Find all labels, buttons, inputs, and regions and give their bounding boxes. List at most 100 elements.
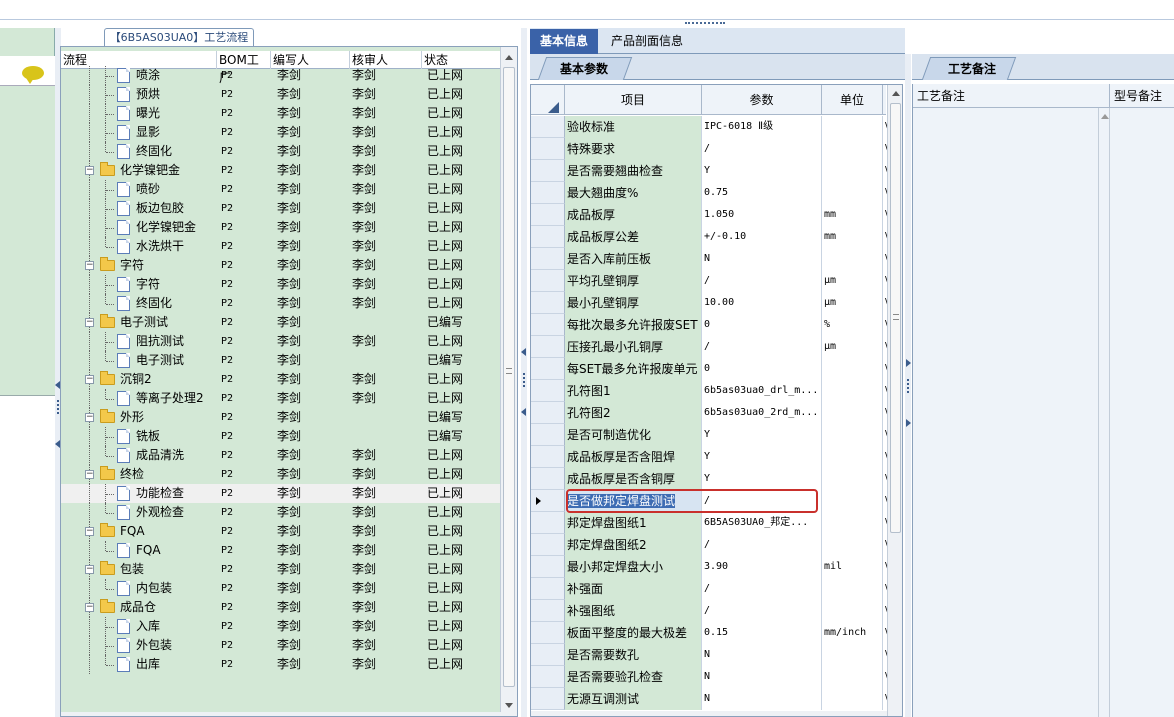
scroll-up-icon[interactable] xyxy=(505,55,513,60)
col-model-remark[interactable]: 型号备注 xyxy=(1110,84,1174,108)
col-param[interactable]: 参数 xyxy=(702,85,822,115)
param-cell-param[interactable]: Y xyxy=(702,160,822,182)
row-selector[interactable] xyxy=(531,336,565,358)
param-row[interactable]: 压接孔最小孔铜厚/μm\ xyxy=(531,336,887,358)
param-row[interactable]: 每批次最多允许报废SET0%\ xyxy=(531,314,887,336)
param-row[interactable]: 成品板厚是否含铜厚Y\ xyxy=(531,468,887,490)
param-row[interactable]: 邦定焊盘图纸16B5AS03UA0_邦定...\ xyxy=(531,512,887,534)
param-cell-param[interactable]: 1.050 xyxy=(702,204,822,226)
row-selector[interactable] xyxy=(531,116,565,138)
row-selector[interactable] xyxy=(531,622,565,644)
param-row[interactable]: 是否可制造优化Y\ xyxy=(531,424,887,446)
scroll-up-icon[interactable] xyxy=(1101,114,1109,119)
row-selector[interactable] xyxy=(531,358,565,380)
row-selector[interactable] xyxy=(531,380,565,402)
row-selector[interactable] xyxy=(531,292,565,314)
param-row[interactable]: 是否需要数孔N\ xyxy=(531,644,887,666)
tree-folder-row[interactable]: − 化学镍钯金 P2 李剑 李剑 已上网 xyxy=(61,161,501,180)
collapse-right-icon[interactable] xyxy=(906,359,911,367)
collapse-toggle-icon[interactable]: − xyxy=(85,166,94,175)
param-row[interactable]: 成品板厚1.050mm\ xyxy=(531,204,887,226)
collapse-tree-icon[interactable] xyxy=(521,348,526,356)
tree-folder-row[interactable]: − 外形 P2 李剑 已编写 xyxy=(61,408,501,427)
param-cell-param[interactable]: 0.15 xyxy=(702,622,822,644)
tree-row[interactable]: 成品清洗 P2 李剑 李剑 已上网 xyxy=(61,446,501,465)
param-row[interactable]: 特殊要求/\ xyxy=(531,138,887,160)
param-row[interactable]: 孔符图26b5as03ua0_2rd_m...\ xyxy=(531,402,887,424)
param-row[interactable]: 最大翘曲度%0.75\ xyxy=(531,182,887,204)
param-cell-param[interactable]: 6b5as03ua0_drl_m... xyxy=(702,380,822,402)
row-selector[interactable] xyxy=(531,534,565,556)
tree-row[interactable]: 功能检查 P2 李剑 李剑 已上网 xyxy=(61,484,501,503)
row-selector[interactable] xyxy=(531,512,565,534)
tree-row[interactable]: 外包装 P2 李剑 李剑 已上网 xyxy=(61,636,501,655)
row-selector[interactable] xyxy=(531,556,565,578)
param-row[interactable]: 补强面/\ xyxy=(531,578,887,600)
tree-row[interactable]: 电子测试 P2 李剑 已编写 xyxy=(61,351,501,370)
params-vertical-scrollbar[interactable] xyxy=(887,85,902,716)
tree-horizontal-scrollbar[interactable] xyxy=(61,712,501,716)
collapse-tree-icon-2[interactable] xyxy=(521,408,526,416)
tree-row[interactable]: 化学镍钯金 P2 李剑 李剑 已上网 xyxy=(61,218,501,237)
param-cell-param[interactable]: 0 xyxy=(702,358,822,380)
collapse-toggle-icon[interactable]: − xyxy=(85,413,94,422)
tab-basic-info[interactable]: 基本信息 xyxy=(530,29,598,54)
tree-row[interactable]: 入库 P2 李剑 李剑 已上网 xyxy=(61,617,501,636)
tree-row[interactable]: 终固化 P2 李剑 李剑 已上网 xyxy=(61,294,501,313)
param-row[interactable]: 补强图纸/\ xyxy=(531,600,887,622)
param-row[interactable]: 最小邦定焊盘大小3.90mil\ xyxy=(531,556,887,578)
collapse-toggle-icon[interactable]: − xyxy=(85,565,94,574)
collapse-toggle-icon[interactable]: − xyxy=(85,318,94,327)
row-selector[interactable] xyxy=(531,644,565,666)
param-row[interactable]: 邦定焊盘图纸2/\ xyxy=(531,534,887,556)
row-selector[interactable] xyxy=(531,226,565,248)
splitter-grip-icon[interactable] xyxy=(523,373,525,387)
tree-folder-row[interactable]: − 终检 P2 李剑 李剑 已上网 xyxy=(61,465,501,484)
param-cell-param[interactable]: Y xyxy=(702,424,822,446)
tree-folder-row[interactable]: − 包装 P2 李剑 李剑 已上网 xyxy=(61,560,501,579)
row-selector[interactable] xyxy=(531,138,565,160)
param-row[interactable]: 板面平整度的最大极差0.15mm/inch\ xyxy=(531,622,887,644)
param-cell-param[interactable]: 0.75 xyxy=(702,182,822,204)
splitter-grip-icon[interactable] xyxy=(57,400,59,414)
col-item[interactable]: 项目 xyxy=(565,85,702,115)
param-cell-param[interactable]: / xyxy=(702,336,822,358)
collapse-toggle-icon[interactable]: − xyxy=(85,527,94,536)
splitter-grip-icon[interactable] xyxy=(907,379,909,393)
tree-row[interactable]: 字符 P2 李剑 李剑 已上网 xyxy=(61,275,501,294)
row-selector[interactable] xyxy=(531,578,565,600)
row-selector[interactable] xyxy=(531,160,565,182)
row-selector[interactable] xyxy=(531,688,565,710)
param-cell-param[interactable]: 3.90 xyxy=(702,556,822,578)
param-row[interactable]: 是否需要验孔检查N\ xyxy=(531,666,887,688)
param-cell-param[interactable]: 10.00 xyxy=(702,292,822,314)
row-selector[interactable] xyxy=(531,182,565,204)
param-row[interactable]: 平均孔壁铜厚/μm\ xyxy=(531,270,887,292)
param-cell-param[interactable]: 6B5AS03UA0_邦定... xyxy=(702,512,822,534)
row-selector[interactable] xyxy=(531,446,565,468)
collapse-toggle-icon[interactable]: − xyxy=(85,603,94,612)
tree-row[interactable]: 显影 P2 李剑 李剑 已上网 xyxy=(61,123,501,142)
param-cell-param[interactable]: / xyxy=(702,138,822,160)
col-process-remark[interactable]: 工艺备注 xyxy=(913,84,1110,108)
param-row[interactable]: 每SET最多允许报废单元0\ xyxy=(531,358,887,380)
param-cell-param[interactable]: / xyxy=(702,270,822,292)
row-selector[interactable] xyxy=(531,270,565,292)
row-selector[interactable] xyxy=(531,248,565,270)
scroll-up-icon[interactable] xyxy=(892,91,900,96)
row-selector[interactable] xyxy=(531,424,565,446)
param-row[interactable]: 孔符图16b5as03ua0_drl_m...\ xyxy=(531,380,887,402)
tree-row[interactable]: FQA P2 李剑 李剑 已上网 xyxy=(61,541,501,560)
scroll-down-icon[interactable] xyxy=(505,703,513,708)
tree-row[interactable]: 板边包胶 P2 李剑 李剑 已上网 xyxy=(61,199,501,218)
row-selector[interactable] xyxy=(531,402,565,424)
param-cell-param[interactable]: Y xyxy=(702,446,822,468)
param-cell-param[interactable]: 6b5as03ua0_2rd_m... xyxy=(702,402,822,424)
tree-row[interactable]: 曝光 P2 李剑 李剑 已上网 xyxy=(61,104,501,123)
param-cell-param[interactable]: 0 xyxy=(702,314,822,336)
param-cell-param[interactable]: IPC-6018 Ⅱ级 xyxy=(702,116,822,138)
col-unit[interactable]: 单位 xyxy=(822,85,883,115)
tree-row[interactable]: 预烘 P2 李剑 李剑 已上网 xyxy=(61,85,501,104)
collapse-right-icon-2[interactable] xyxy=(906,419,911,427)
tree-row[interactable]: 内包装 P2 李剑 李剑 已上网 xyxy=(61,579,501,598)
